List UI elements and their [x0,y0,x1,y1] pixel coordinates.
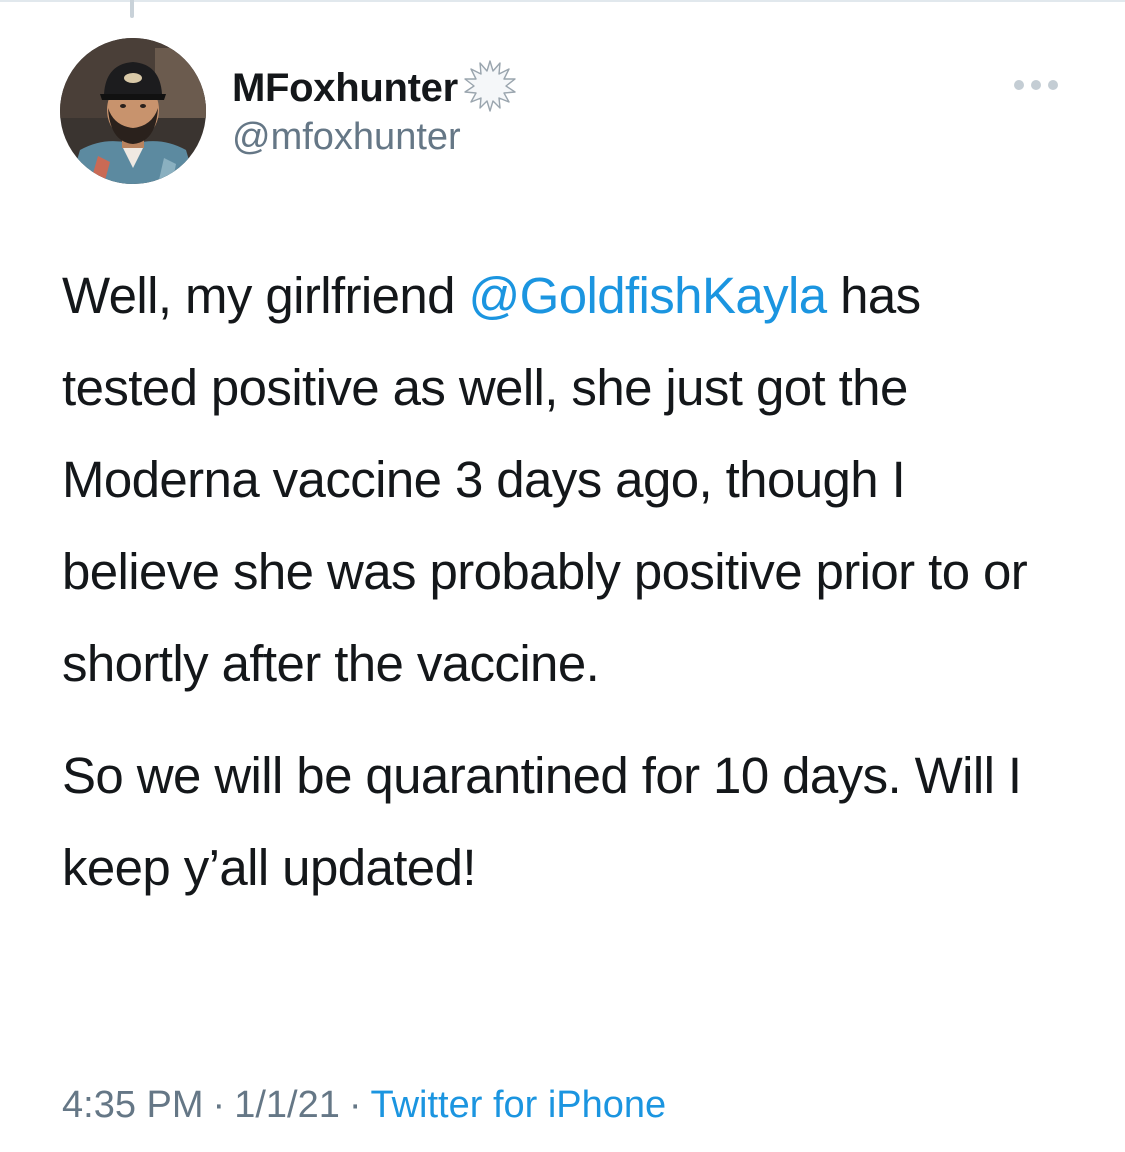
handle[interactable]: @mfoxhunter [232,116,461,159]
tweet-text-segment: has tested positive as well, she just go… [62,267,1028,692]
tweet-paragraph: So we will be quarantined for 10 days. W… [62,747,1022,896]
top-divider [0,0,1125,2]
meta-separator: · [348,1084,362,1126]
tweet-source-link[interactable]: Twitter for iPhone [371,1084,667,1126]
mention-link[interactable]: @GoldfishKayla [468,267,827,324]
tweet-time[interactable]: 4:35 PM [62,1084,204,1126]
more-dot [1014,80,1024,90]
more-dot [1048,80,1058,90]
author-name-row: MFoxhunter [232,60,518,116]
tweet-text-segment: Well, my girlfriend [62,267,469,324]
more-dot [1031,80,1041,90]
avatar[interactable] [60,38,206,184]
more-options-icon[interactable] [1004,70,1068,100]
verified-badge-icon [464,60,516,112]
tweet-date[interactable]: 1/1/21 [234,1084,340,1126]
tweet-text: Well, my girlfriend @GoldfishKayla has t… [62,250,1062,914]
avatar-image [60,38,206,184]
tweet-meta: 4:35 PM · 1/1/21 · Twitter for iPhone [62,1084,666,1127]
display-name[interactable]: MFoxhunter [232,66,458,111]
thread-connector-line [130,0,134,18]
tweet-paragraph: Well, my girlfriend @GoldfishKayla has t… [62,250,1062,710]
meta-separator: · [212,1084,226,1126]
